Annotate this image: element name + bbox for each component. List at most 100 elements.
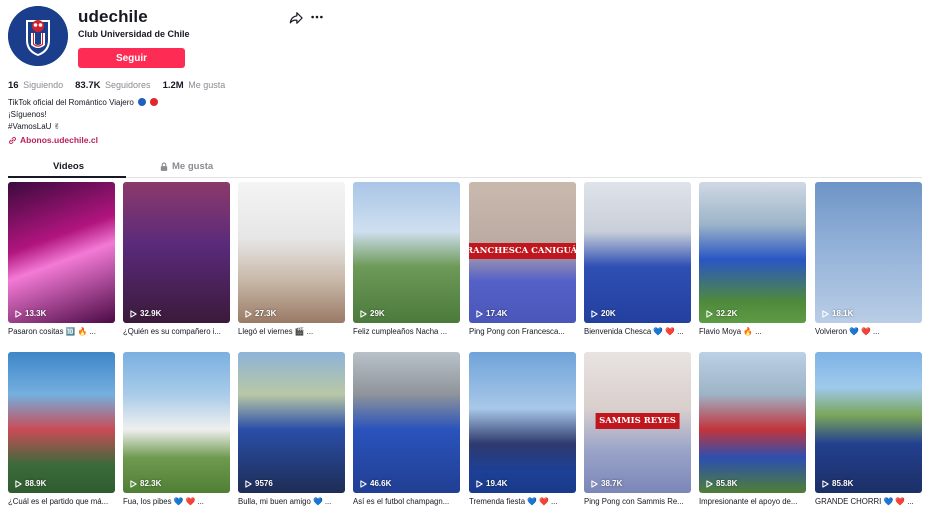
- share-icon[interactable]: [289, 11, 303, 25]
- video-thumbnail[interactable]: 85.8K: [699, 352, 806, 493]
- video-caption[interactable]: Ping Pong con Sammis Re...: [584, 497, 691, 506]
- tab-likes[interactable]: Me gusta: [160, 161, 213, 172]
- video-view-count-text: 27.3K: [255, 309, 277, 318]
- video-thumbnail[interactable]: 82.3K: [123, 352, 230, 493]
- blue-circle-icon: [138, 98, 147, 106]
- video-thumbnail[interactable]: 19.4K: [469, 352, 576, 493]
- profile-username: udechile: [78, 7, 148, 26]
- video-thumbnail[interactable]: 20K: [584, 182, 691, 323]
- video-thumbnail[interactable]: 32.2K: [699, 182, 806, 323]
- video-card[interactable]: 19.4K Tremenda fiesta 💙 ❤️ ...: [469, 352, 576, 506]
- play-icon: [245, 479, 252, 488]
- video-thumbnail[interactable]: FRANCHESCA CANIGUÁN 17.4K: [469, 182, 576, 323]
- video-card[interactable]: 82.3K Fua, los pibes 💙 ❤️ ...: [123, 352, 230, 506]
- video-thumbnail[interactable]: 46.6K: [353, 352, 460, 493]
- video-view-count: 19.4K: [476, 479, 507, 488]
- video-view-count-text: 18.1K: [832, 309, 854, 318]
- video-card[interactable]: 18.1K Volvieron 💙 ❤️ ...: [815, 182, 922, 336]
- video-caption[interactable]: GRANDE CHORRI 💙 ❤️ ...: [815, 497, 922, 506]
- video-caption[interactable]: Llegó el viernes 🎬 ...: [238, 327, 345, 336]
- video-card[interactable]: 27.3K Llegó el viernes 🎬 ...: [238, 182, 345, 336]
- video-caption[interactable]: Bulla, mi buen amigo 💙 ...: [238, 497, 345, 506]
- stat-followers[interactable]: 83.7K Seguidores: [75, 80, 150, 91]
- video-view-count: 46.6K: [360, 479, 391, 488]
- video-view-count-text: 13.3K: [25, 309, 47, 318]
- video-caption[interactable]: Volvieron 💙 ❤️ ...: [815, 327, 922, 336]
- video-caption[interactable]: Tremenda fiesta 💙 ❤️ ...: [469, 497, 576, 506]
- club-crest-icon: [8, 6, 68, 66]
- video-caption[interactable]: ¿Quién es su compañero i...: [123, 327, 230, 336]
- follow-button[interactable]: Seguir: [78, 48, 185, 68]
- play-icon: [130, 309, 137, 318]
- video-caption[interactable]: Flavio Moya 🔥 ...: [699, 327, 806, 336]
- video-view-count-text: 32.2K: [716, 309, 738, 318]
- video-view-count-text: 38.7K: [601, 479, 623, 488]
- video-card[interactable]: 9576 Bulla, mi buen amigo 💙 ...: [238, 352, 345, 506]
- profile-link[interactable]: Abonos.udechile.cl: [8, 135, 98, 145]
- video-caption[interactable]: Bienvenida Chesca 💙 ❤️ ...: [584, 327, 691, 336]
- tab-videos[interactable]: Videos: [53, 161, 84, 172]
- video-thumbnail[interactable]: 29K: [353, 182, 460, 323]
- play-icon: [706, 479, 713, 488]
- play-icon: [591, 479, 598, 488]
- play-icon: [822, 309, 829, 318]
- video-view-count-text: 82.3K: [140, 479, 162, 488]
- video-caption[interactable]: Feliz cumpleaños Nacha ...: [353, 327, 460, 336]
- video-caption[interactable]: Impresionante el apoyo de...: [699, 497, 806, 506]
- video-view-count-text: 85.8K: [716, 479, 738, 488]
- video-caption[interactable]: Así es el futbol champagn...: [353, 497, 460, 506]
- video-view-count: 9576: [245, 479, 273, 488]
- video-thumbnail[interactable]: 85.8K: [815, 352, 922, 493]
- profile-link-text[interactable]: Abonos.udechile.cl: [20, 135, 98, 145]
- video-thumbnail[interactable]: 18.1K: [815, 182, 922, 323]
- video-view-count-text: 46.6K: [370, 479, 392, 488]
- video-caption[interactable]: Pasaron cositas 🔟 🔥 ...: [8, 327, 115, 336]
- play-icon: [130, 479, 137, 488]
- tab-likes-label[interactable]: Me gusta: [172, 161, 213, 172]
- stat-following[interactable]: 16 Siguiendo: [8, 80, 63, 91]
- play-icon: [476, 479, 483, 488]
- link-icon: [8, 136, 17, 144]
- bio-line-1: TikTok oficial del Romántico Viajero: [8, 98, 134, 107]
- video-view-count: 20K: [591, 309, 616, 318]
- stat-likes: 1.2M Me gusta: [162, 80, 226, 91]
- video-card[interactable]: 32.2K Flavio Moya 🔥 ...: [699, 182, 806, 336]
- play-icon: [360, 309, 367, 318]
- video-view-count: 85.8K: [706, 479, 737, 488]
- video-thumbnail[interactable]: 27.3K: [238, 182, 345, 323]
- video-thumbnail[interactable]: 32.9K: [123, 182, 230, 323]
- video-thumbnail[interactable]: 9576: [238, 352, 345, 493]
- video-view-count-text: 29K: [370, 309, 385, 318]
- video-view-count-text: 19.4K: [486, 479, 508, 488]
- video-card[interactable]: 88.9K ¿Cuál es el partido que má...: [8, 352, 115, 506]
- more-options-icon[interactable]: [310, 10, 324, 24]
- lock-icon: [160, 162, 168, 171]
- video-thumbnail[interactable]: 88.9K: [8, 352, 115, 493]
- play-icon: [706, 309, 713, 318]
- video-card[interactable]: 32.9K ¿Quién es su compañero i...: [123, 182, 230, 336]
- video-card[interactable]: SAMMIS REYES 38.7K Ping Pong con Sammis Re…: [584, 352, 691, 506]
- video-card[interactable]: 29K Feliz cumpleaños Nacha ...: [353, 182, 460, 336]
- video-caption[interactable]: ¿Cuál es el partido que má...: [8, 497, 115, 506]
- video-view-count: 32.2K: [706, 309, 737, 318]
- play-icon: [245, 309, 252, 318]
- video-card[interactable]: 13.3K Pasaron cositas 🔟 🔥 ...: [8, 182, 115, 336]
- video-thumbnail[interactable]: 13.3K: [8, 182, 115, 323]
- play-icon: [822, 479, 829, 488]
- video-card[interactable]: 85.8K Impresionante el apoyo de...: [699, 352, 806, 506]
- video-card[interactable]: 46.6K Así es el futbol champagn...: [353, 352, 460, 506]
- video-view-count: 29K: [360, 309, 385, 318]
- video-view-count: 17.4K: [476, 309, 507, 318]
- play-icon: [360, 479, 367, 488]
- video-thumbnail[interactable]: SAMMIS REYES 38.7K: [584, 352, 691, 493]
- profile-tabs: Videos Me gusta: [8, 157, 922, 178]
- avatar[interactable]: [8, 6, 68, 66]
- video-card[interactable]: 20K Bienvenida Chesca 💙 ❤️ ...: [584, 182, 691, 336]
- video-caption[interactable]: Fua, los pibes 💙 ❤️ ...: [123, 497, 230, 506]
- video-card[interactable]: FRANCHESCA CANIGUÁN 17.4K Ping Pong con Fr…: [469, 182, 576, 336]
- profile-nickname: Club Universidad de Chile: [78, 29, 190, 39]
- active-tab-indicator: [8, 176, 126, 178]
- play-icon: [476, 309, 483, 318]
- video-caption[interactable]: Ping Pong con Francesca...: [469, 327, 576, 336]
- video-card[interactable]: 85.8K GRANDE CHORRI 💙 ❤️ ...: [815, 352, 922, 506]
